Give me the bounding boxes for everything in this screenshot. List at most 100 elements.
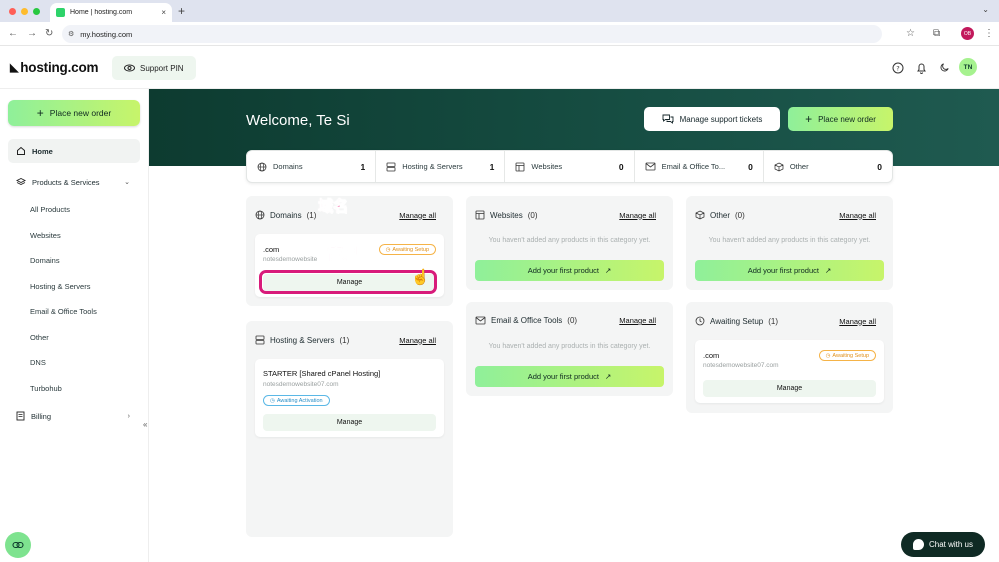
sidebar-item-home[interactable]: Home [8,139,140,163]
hosting-manage-all-link[interactable]: Manage all [399,336,436,345]
stat-other[interactable]: Other 0 [764,151,892,182]
stat-label: Other [789,162,809,171]
card-count: (0) [735,210,745,220]
help-icon[interactable]: ? [892,62,904,74]
moon-icon[interactable] [939,62,950,73]
user-avatar[interactable]: TN [959,58,977,76]
sidebar-item-domains[interactable]: Domains [30,256,60,265]
stat-websites[interactable]: Websites 0 [505,151,635,182]
extensions-icon[interactable]: ⧉ [933,28,940,39]
forward-arrow-icon[interactable]: → [27,28,37,39]
sidebar-item-other[interactable]: Other [30,333,49,342]
card-count: (0) [567,316,578,325]
card-title: Email & Office Tools [491,316,563,325]
browser-menu-icon[interactable]: ⋮ [984,28,994,39]
layout-icon [516,162,525,171]
arrow-up-right-icon: ↗ [605,266,612,275]
awaiting-setup-card: Awaiting Setup (1) Manage all .com notes… [686,302,893,413]
card-title: Websites [490,210,523,220]
stat-email[interactable]: Email & Office To... 0 [635,151,764,182]
hosting-manage-button[interactable]: Manage [263,414,436,431]
awaiting-manage-button[interactable]: Manage [703,380,876,397]
sidebar-item-all-products[interactable]: All Products [30,205,70,214]
domains-manage-all-link[interactable]: Manage all [399,211,436,220]
add-product-label: Add your first product [527,266,599,275]
awaiting-manage-all-link[interactable]: Manage all [839,317,876,326]
reload-icon[interactable]: ↻ [45,28,53,39]
card-count: (1) [306,210,317,220]
email-manage-all-link[interactable]: Manage all [619,316,656,325]
address-bar-row: ← → ↻ ⚙ my.hosting.com ☆ ⧉ OB ⋮ [0,22,999,46]
other-card-header: Other (0) Manage all [695,210,884,220]
email-card-header: Email & Office Tools (0) Manage all [475,316,664,325]
card-title: Awaiting Setup [710,316,764,326]
sidebar-item-products[interactable]: Products & Services ⌄ [8,172,140,192]
domain-name: .com [263,245,280,254]
tab-close-icon[interactable]: × [161,8,166,17]
sidebar-item-billing[interactable]: Billing › [8,406,140,426]
svg-text:?: ? [896,65,899,73]
card-title: Domains [270,210,302,220]
other-manage-all-link[interactable]: Manage all [839,211,876,220]
profile-avatar[interactable]: OB [961,27,974,40]
websites-add-product-button[interactable]: Add your first product ↗ [475,260,664,281]
layers-icon [16,177,26,186]
stat-label: Websites [531,162,563,171]
email-add-product-button[interactable]: Add your first product ↗ [475,366,664,387]
url-field[interactable]: ⚙ my.hosting.com [62,25,882,43]
card-title: Other [710,210,731,220]
awaiting-domain-subtitle: notesdemowebsite07.com [703,362,779,369]
sidebar-item-hosting[interactable]: Hosting & Servers [30,282,90,291]
websites-manage-all-link[interactable]: Manage all [619,211,656,220]
sidebar-item-websites[interactable]: Websites [30,231,61,240]
browser-tab[interactable]: Home | hosting.com × [50,3,172,22]
badge-label: Awaiting Setup [392,246,429,253]
site-settings-icon[interactable]: ⚙ [68,30,74,38]
bell-icon[interactable] [916,62,927,74]
support-pin-button[interactable]: Support PIN [112,56,196,80]
domain-subtitle: notesdemowebsite [263,256,318,263]
add-product-label: Add your first product [747,266,819,275]
awaiting-setup-badge: ◷ Awaiting Setup [378,244,436,255]
sidebar-billing-label: Billing [31,411,52,421]
product-stats-bar: Domains 1 Hosting & Servers 1 Websites 0… [246,150,893,183]
collapse-sidebar-button[interactable]: « [143,420,147,429]
stat-hosting[interactable]: Hosting & Servers 1 [376,151,506,182]
hosting-item: STARTER [Shared cPanel Hosting] notesdem… [255,359,444,437]
minimize-window-button[interactable] [21,8,28,15]
maximize-window-button[interactable] [33,8,40,15]
url-text: my.hosting.com [80,29,133,39]
mail-icon [475,316,486,325]
awaiting-card-header: Awaiting Setup (1) Manage all [695,316,884,326]
manage-support-tickets-button[interactable]: Manage support tickets [644,107,780,131]
stat-count: 1 [489,161,495,172]
sidebar-place-order-button[interactable]: + Place new order [8,100,140,126]
websites-empty-message: You haven't added any products in this c… [488,237,651,244]
other-add-product-button[interactable]: Add your first product ↗ [695,260,884,281]
sidebar-item-email[interactable]: Email & Office Tools [30,307,97,316]
stat-count: 0 [877,161,883,172]
chat-icon [662,114,674,124]
add-product-label: Add your first product [527,372,599,381]
awaiting-item: .com notesdemowebsite07.com ◷ Awaiting Se… [695,340,884,403]
back-arrow-icon[interactable]: ← [8,28,18,39]
chat-with-us-button[interactable]: Chat with us [901,532,985,557]
domain-annotation-label: 域名 [318,197,349,216]
hosting-logo[interactable]: ◣ hosting.com [10,60,99,75]
tab-search-chevron-icon[interactable]: ⌄ [982,5,989,14]
hero-place-order-button[interactable]: + Place new order [788,107,893,131]
arrow-up-right-icon: ↗ [605,372,612,381]
new-tab-button[interactable]: + [178,4,185,18]
app-header: ◣ hosting.com Support PIN ? TN [0,47,999,89]
sidebar-item-turbohub[interactable]: Turbohub [30,384,62,393]
arrow-up-right-icon: ↗ [825,266,832,275]
bookmark-star-icon[interactable]: ☆ [906,28,915,39]
close-window-button[interactable] [9,8,16,15]
clock-icon: ◷ [270,397,275,404]
assistant-fab-button[interactable] [5,532,31,558]
stat-domains[interactable]: Domains 1 [247,151,377,182]
sidebar-item-dns[interactable]: DNS [30,358,46,367]
badge-label: Awaiting Setup [832,352,869,359]
hosting-card: Hosting & Servers (1) Manage all STARTER… [246,321,453,537]
card-title: Hosting & Servers [270,335,335,345]
